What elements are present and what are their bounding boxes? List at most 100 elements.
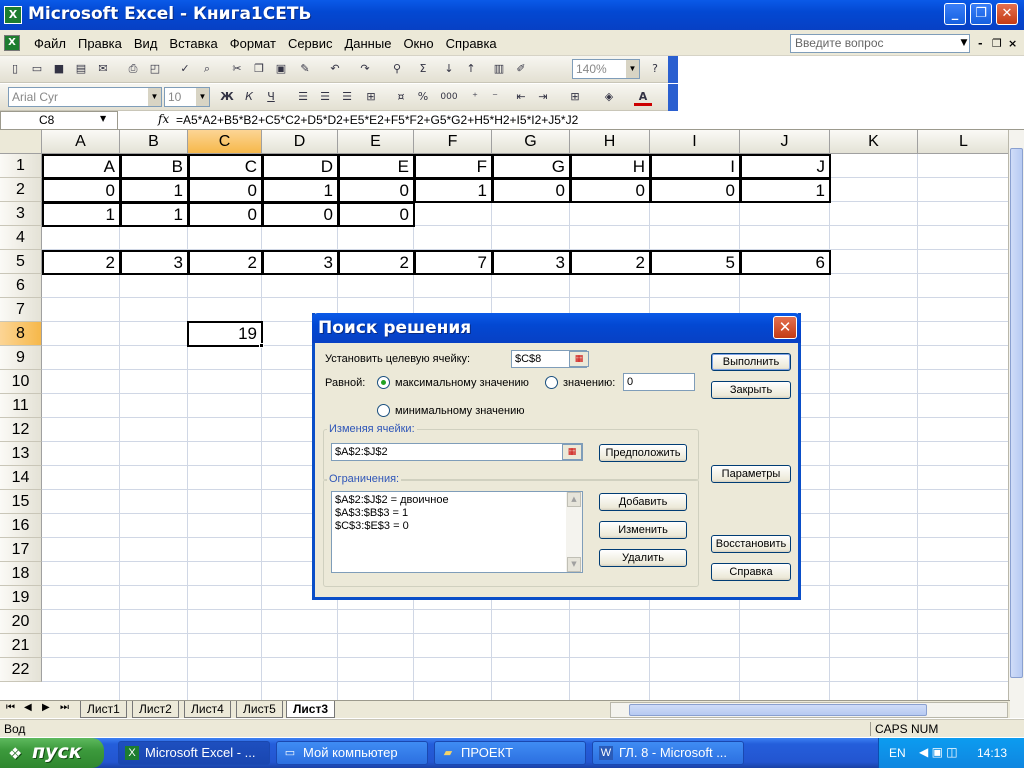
help-search-input[interactable]: Введите вопрос [790,34,970,53]
row-header[interactable]: 7 [0,298,42,322]
open-file-icon[interactable]: ▭ [28,60,46,78]
italic-button[interactable]: К [240,88,258,106]
cut-icon[interactable]: ✂ [228,60,246,78]
align-center-icon[interactable]: ☰ [316,88,334,106]
delete-constraint-button[interactable]: Удалить [599,549,687,567]
vertical-scrollbar[interactable] [1008,130,1024,718]
vertical-scroll-thumb[interactable] [1010,148,1023,678]
format-painter-icon[interactable]: ✎ [296,60,314,78]
print-icon[interactable]: ⎙ [124,60,142,78]
value-option-label[interactable]: значению: [563,377,615,389]
cell[interactable]: 0 [338,202,415,227]
increase-decimal-icon[interactable]: ⁺ [466,88,484,106]
row-header[interactable]: 18 [0,562,42,586]
hyperlink-icon[interactable]: ⚲ [388,60,406,78]
task-my-computer[interactable]: ▭ Мой компьютер [276,741,428,765]
align-left-icon[interactable]: ☰ [294,88,312,106]
new-file-icon[interactable]: ▯ [6,60,24,78]
prev-sheet-icon[interactable]: ◀ [24,702,32,713]
sheet-tab[interactable]: Лист2 [132,701,179,718]
row-header[interactable]: 2 [0,178,42,202]
cell[interactable]: 0 [42,178,121,203]
dialog-close-button[interactable]: ✕ [773,316,797,339]
row-header[interactable]: 4 [0,226,42,250]
cell[interactable]: 2 [188,250,263,275]
cell[interactable]: 3 [120,250,189,275]
redo-icon[interactable]: ↷ [356,60,374,78]
font-color-button[interactable]: A [634,88,652,106]
sheet-tab[interactable]: Лист5 [236,701,283,718]
workbook-icon[interactable]: X [4,35,20,51]
help-button[interactable]: Справка [711,563,791,581]
workbook-close-button[interactable]: × [1008,37,1017,50]
cell[interactable]: 1 [42,202,121,227]
insert-function-icon[interactable]: fx [158,112,169,126]
save-icon[interactable]: ■ [50,60,68,78]
collapse-dialog-icon[interactable]: ▦ [562,444,582,460]
solve-button[interactable]: Выполнить [711,353,791,371]
column-header[interactable]: F [414,130,492,154]
fill-handle[interactable] [259,343,264,348]
constraints-list[interactable]: $A$2:$J$2 = двоичное $A$3:$B$3 = 1 $C$3:… [331,491,583,573]
cell[interactable]: 3 [492,250,571,275]
menu-item[interactable]: Сервис [282,36,339,51]
cell[interactable]: 0 [338,178,415,203]
row-header[interactable]: 16 [0,514,42,538]
row-header[interactable]: 22 [0,658,42,682]
cell[interactable]: 0 [188,202,263,227]
row-header[interactable]: 1 [0,154,42,178]
max-option-label[interactable]: максимальному значению [395,377,529,389]
help-dropdown-icon[interactable]: ▼ [958,34,970,53]
column-header[interactable]: D [262,130,338,154]
menu-item[interactable]: Формат [224,36,282,51]
row-header[interactable]: 5 [0,250,42,274]
min-radio[interactable] [377,404,390,417]
chevron-down-icon[interactable]: ▼ [626,60,639,78]
row-header[interactable]: 20 [0,610,42,634]
cell[interactable]: 1 [414,178,493,203]
next-sheet-icon[interactable]: ▶ [42,702,50,713]
row-header[interactable]: 15 [0,490,42,514]
cell[interactable]: I [650,154,741,179]
row-header[interactable]: 10 [0,370,42,394]
cell[interactable]: A [42,154,121,179]
percent-button[interactable]: % [414,88,432,106]
task-folder[interactable]: ▰ ПРОЕКТ [434,741,586,765]
horizontal-scrollbar[interactable] [610,702,1008,718]
list-item[interactable]: $C$3:$E$3 = 0 [332,520,582,533]
row-header[interactable]: 6 [0,274,42,298]
cell[interactable]: 0 [188,178,263,203]
cell[interactable]: G [492,154,571,179]
list-item[interactable]: $A$3:$B$3 = 1 [332,507,582,520]
change-constraint-button[interactable]: Изменить [599,521,687,539]
toolbar-options-icon[interactable] [668,56,678,83]
autosum-icon[interactable]: Σ [414,60,432,78]
row-header[interactable]: 19 [0,586,42,610]
value-input[interactable]: 0 [623,373,695,391]
sort-ascending-icon[interactable]: ↓ [440,60,458,78]
scroll-down-icon[interactable]: ▼ [567,557,581,572]
cell[interactable]: 1 [262,178,339,203]
row-header[interactable]: 12 [0,418,42,442]
formula-input[interactable]: =A5*A2+B5*B2+C5*C2+D5*D2+E5*E2+F5*F2+G5*… [176,113,578,127]
row-header[interactable]: 17 [0,538,42,562]
drawing-icon[interactable]: ✐ [512,60,530,78]
cell[interactable]: B [120,154,189,179]
spelling-icon[interactable]: ✓ [176,60,194,78]
last-sheet-icon[interactable]: ⏭ [60,702,69,713]
thousands-button[interactable]: 000 [438,88,460,106]
language-indicator[interactable]: EN [889,746,906,760]
menu-item[interactable]: Окно [397,36,439,51]
active-cell[interactable]: 19 [187,321,263,347]
workbook-restore-button[interactable]: ❐ [992,37,1002,50]
row-header[interactable]: 9 [0,346,42,370]
dialog-title-bar[interactable]: Поиск решения ✕ [312,313,801,343]
list-item[interactable]: $A$2:$J$2 = двоичное [332,494,582,507]
cell[interactable]: 5 [650,250,741,275]
cell[interactable]: 0 [570,178,651,203]
row-header[interactable]: 14 [0,466,42,490]
row-header[interactable]: 21 [0,634,42,658]
chevron-down-icon[interactable]: ▼ [100,114,106,123]
menu-item[interactable]: Вставка [163,36,223,51]
cell[interactable]: 1 [120,178,189,203]
